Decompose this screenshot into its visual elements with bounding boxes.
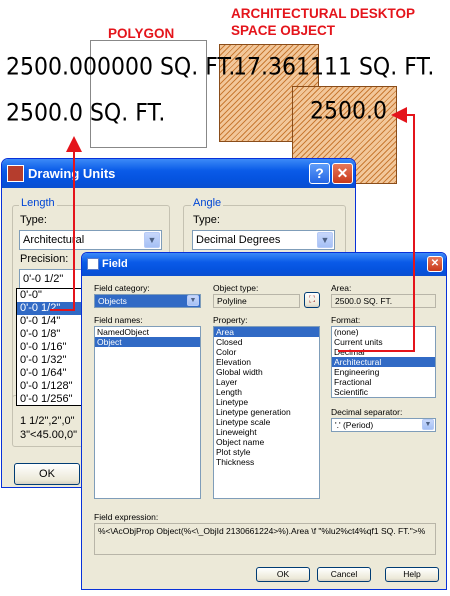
arrow-format-to-space bbox=[338, 107, 415, 352]
arrow-precision-to-text bbox=[50, 136, 82, 311]
annotation-arrows bbox=[50, 107, 415, 352]
